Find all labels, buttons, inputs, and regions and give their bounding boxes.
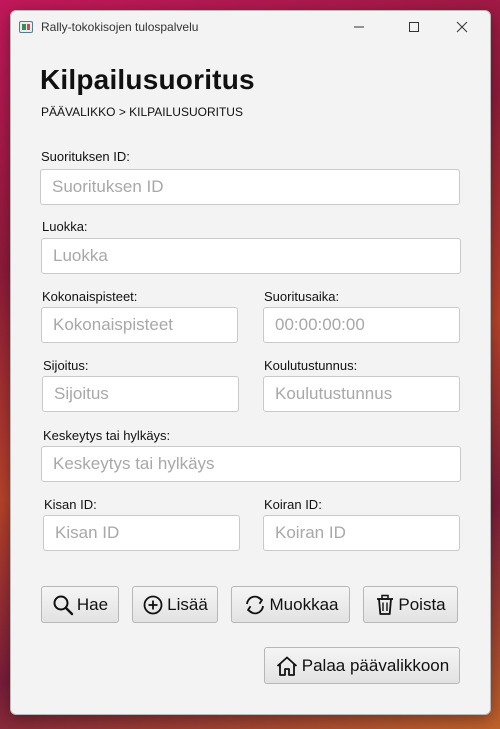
kokonaispisteet-label: Kokonaispisteet:: [42, 289, 138, 304]
suoritusaika-field[interactable]: [263, 307, 460, 343]
search-button[interactable]: Hae: [41, 586, 119, 623]
koiran-id-label: Koiran ID:: [264, 497, 322, 512]
search-button-label: Hae: [76, 594, 109, 614]
keskeytys-label: Keskeytys tai hylkäys:: [43, 428, 171, 443]
maximize-icon: [409, 22, 419, 32]
luokka-label: Luokka:: [42, 219, 88, 234]
edit-button-label: Muokkaa: [269, 594, 339, 614]
suoritusaika-label: Suoritusaika:: [264, 289, 340, 304]
window-title: Rally-tokokisojen tulospalvelu: [41, 20, 199, 34]
edit-button[interactable]: Muokkaa: [231, 586, 350, 623]
page-title: Kilpailusuoritus: [40, 64, 255, 95]
back-to-main-menu-button[interactable]: Palaa päävalikkoon: [264, 647, 460, 684]
kokonaispisteet-field[interactable]: [41, 307, 238, 343]
minimize-icon: [354, 26, 364, 28]
suoritus-id-label: Suorituksen ID:: [41, 149, 130, 164]
koiran-id-field[interactable]: [263, 515, 460, 551]
minimize-button[interactable]: [336, 11, 382, 43]
kisan-id-field[interactable]: [43, 515, 240, 551]
trash-icon: [377, 594, 394, 615]
home-icon: [276, 656, 297, 676]
delete-button-label: Poista: [398, 594, 446, 614]
koulutustunnus-field[interactable]: [263, 376, 460, 412]
delete-button[interactable]: Poista: [363, 586, 458, 623]
close-button[interactable]: [439, 11, 485, 43]
close-icon: [456, 21, 468, 33]
sijoitus-field[interactable]: [42, 376, 239, 412]
add-button-label: Lisää: [167, 594, 208, 614]
back-button-label: Palaa päävalikkoon: [301, 655, 450, 675]
luokka-field[interactable]: [41, 238, 461, 274]
search-icon: [53, 595, 74, 615]
app-window: Rally-tokokisojen tulospalvelu Kilpailus…: [10, 10, 491, 715]
breadcrumb: PÄÄVALIKKO > KILPAILUSUORITUS: [41, 105, 243, 119]
plus-circle-icon: [143, 595, 163, 614]
suoritus-id-field[interactable]: [40, 169, 460, 205]
kisan-id-label: Kisan ID:: [44, 497, 97, 512]
app-icon: [19, 21, 33, 33]
refresh-icon: [245, 595, 264, 614]
keskeytys-field[interactable]: [41, 446, 461, 482]
sijoitus-label: Sijoitus:: [43, 358, 89, 373]
title-bar: Rally-tokokisojen tulospalvelu: [11, 11, 490, 43]
koulutustunnus-label: Koulutustunnus:: [264, 358, 358, 373]
maximize-button[interactable]: [391, 11, 437, 43]
add-button[interactable]: Lisää: [132, 586, 218, 623]
